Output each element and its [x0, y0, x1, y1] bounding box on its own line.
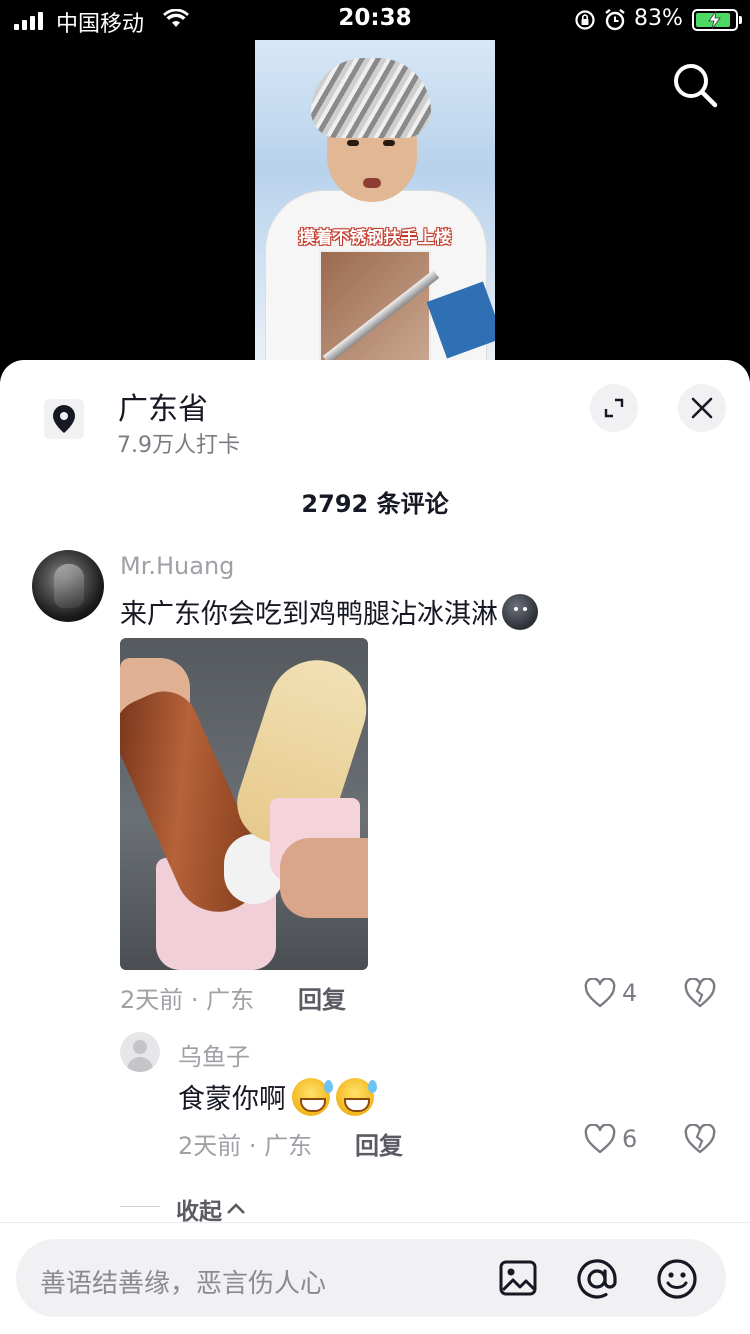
heart-icon [584, 1124, 616, 1154]
collapse-replies-button[interactable]: 收起 [176, 1192, 246, 1226]
emoji-icon[interactable] [656, 1258, 698, 1300]
like-button[interactable]: 4 [584, 978, 637, 1008]
alarm-icon [605, 8, 625, 31]
location-title[interactable]: 广东省 [118, 384, 208, 428]
close-icon [691, 397, 713, 419]
expand-icon [604, 398, 624, 418]
input-divider [0, 1222, 750, 1223]
broken-heart-icon[interactable] [684, 978, 716, 1008]
battery-percent: 83% [634, 6, 683, 31]
broken-heart-icon[interactable] [684, 1124, 716, 1154]
reply-time-location: 2天前 · 广东 [178, 1132, 313, 1160]
comment-time-location: 2天前 · 广东 [120, 986, 255, 1014]
reply-text: 食蒙你啊 [178, 1077, 377, 1116]
location-pin-icon [44, 399, 84, 439]
reply-username[interactable]: 乌鱼子 [178, 1037, 250, 1072]
comment-count: 2792 条评论 [301, 490, 449, 518]
reply-like-button[interactable]: 6 [584, 1124, 637, 1154]
comment-image[interactable] [120, 638, 368, 970]
collapse-divider [120, 1206, 160, 1207]
reply-text-content: 食蒙你啊 [178, 1084, 286, 1115]
video-caption: 摸着不锈钢扶手上楼 [298, 228, 452, 248]
comment-input-placeholder[interactable]: 善语结善缘，恶言伤人心 [40, 1263, 326, 1300]
battery-charging-icon [692, 9, 742, 31]
like-count: 4 [622, 979, 638, 1007]
expand-button[interactable] [590, 384, 638, 432]
comment-username[interactable]: Mr.Huang [120, 552, 234, 580]
chevron-up-icon [227, 1203, 245, 1214]
collapse-label: 收起 [176, 1199, 222, 1225]
comment-text-content: 来广东你会吃到鸡鸭腿沾冰淇淋 [120, 599, 498, 630]
dark-face-emoji-icon [502, 593, 538, 630]
checkin-count: 7.9万人打卡 [117, 433, 240, 458]
close-button[interactable] [678, 384, 726, 432]
search-icon[interactable] [672, 62, 718, 108]
avatar[interactable] [32, 550, 104, 622]
rotation-lock-icon [575, 10, 595, 30]
reply-to-reply-button[interactable]: 回复 [355, 1126, 403, 1161]
comment-text: 来广东你会吃到鸡鸭腿沾冰淇淋 [120, 592, 538, 631]
at-mention-icon[interactable] [576, 1258, 618, 1300]
video-inset-image [319, 250, 440, 362]
sweat-smile-emoji-icon [292, 1077, 333, 1116]
status-bar: 中国移动 20:38 83% [0, 0, 750, 40]
reply-avatar[interactable] [120, 1032, 160, 1072]
video-preview[interactable]: 摸着不锈钢扶手上楼 [255, 40, 495, 362]
sweat-smile-emoji-icon [336, 1077, 377, 1116]
image-icon[interactable] [498, 1258, 538, 1298]
reply-button[interactable]: 回复 [298, 980, 346, 1015]
heart-icon [584, 978, 616, 1008]
reply-like-count: 6 [622, 1125, 638, 1153]
